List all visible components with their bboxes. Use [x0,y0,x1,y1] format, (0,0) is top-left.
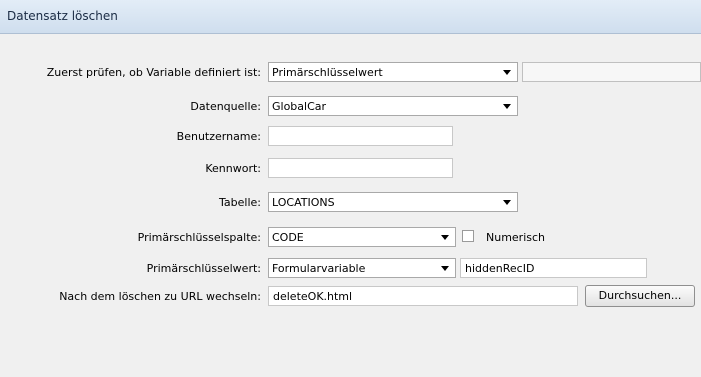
password-label: Kennwort: [205,162,261,175]
pk-value-select[interactable]: Formularvariable [268,258,456,278]
redirect-url-field[interactable]: deleteOK.html [268,286,578,306]
redirect-url-value: deleteOK.html [273,290,353,303]
chevron-down-icon [441,235,449,240]
redirect-url-label: Nach dem löschen zu URL wechseln: [59,290,261,303]
check-variable-value: Primärschlüsselwert [272,66,383,79]
datasource-label: Datenquelle: [190,100,261,113]
pk-value-type: Formularvariable [272,262,366,275]
datasource-select[interactable]: GlobalCar [268,96,518,116]
dialog-titlebar: Datensatz löschen [0,0,701,34]
pk-column-value: CODE [272,231,304,244]
check-variable-label: Zuerst prüfen, ob Variable definiert ist… [46,66,261,79]
numeric-checkbox[interactable] [462,230,474,242]
username-field[interactable] [268,126,453,146]
check-variable-select[interactable]: Primärschlüsselwert [268,62,518,82]
table-value: LOCATIONS [272,196,335,209]
table-select[interactable]: LOCATIONS [268,192,518,212]
table-label: Tabelle: [219,196,261,209]
pk-column-select[interactable]: CODE [268,227,456,247]
username-label: Benutzername: [176,130,261,143]
browse-button[interactable]: Durchsuchen... [585,285,695,307]
dialog-title: Datensatz löschen [7,9,118,23]
chevron-down-icon [503,70,511,75]
pk-value-text-field[interactable]: hiddenRecID [460,258,647,278]
chevron-down-icon [503,104,511,109]
chevron-down-icon [503,200,511,205]
pk-value-text: hiddenRecID [465,262,535,275]
datasource-value: GlobalCar [272,100,327,113]
password-field[interactable] [268,158,453,178]
numeric-label: Numerisch [486,231,546,244]
check-variable-text-field[interactable] [522,62,701,82]
pk-value-label: Primärschlüsselwert: [146,262,261,275]
chevron-down-icon [441,266,449,271]
pk-column-label: Primärschlüsselspalte: [137,231,261,244]
